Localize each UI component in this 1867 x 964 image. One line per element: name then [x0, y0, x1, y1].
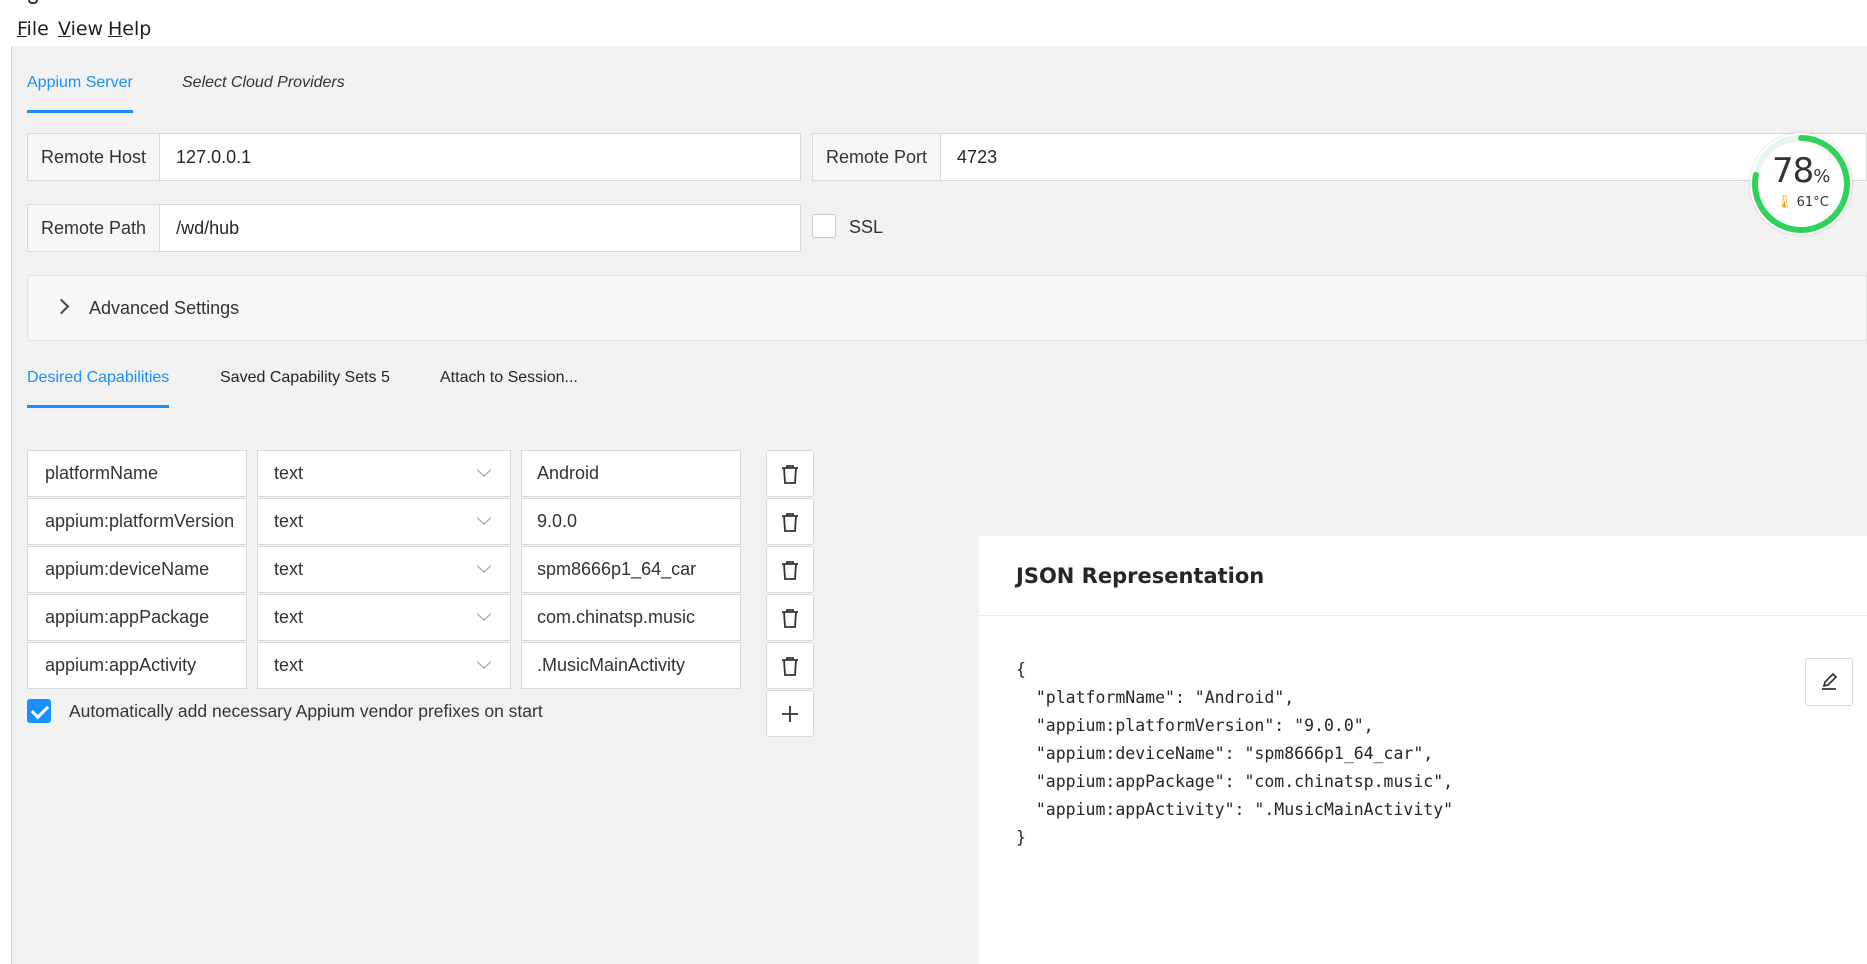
capability-type-value: text [274, 655, 304, 675]
trash-icon [782, 464, 798, 484]
add-capability-button[interactable] [766, 690, 814, 737]
gauge-temperature: 🌡 61°C [1776, 195, 1829, 210]
trash-icon [782, 656, 798, 676]
gauge-percent: 78% [1772, 151, 1830, 191]
thermometer-icon: 🌡 [1776, 195, 1793, 210]
capability-name-input[interactable]: platformName [27, 450, 247, 497]
delete-capability-button[interactable] [766, 594, 814, 641]
remote-host-label: Remote Host [28, 134, 161, 180]
gauge-percent-unit: % [1813, 166, 1830, 187]
advanced-settings-label: Advanced Settings [89, 298, 240, 318]
capability-name-input[interactable]: appium:appPackage [27, 594, 247, 641]
window-left-edge [0, 46, 12, 964]
pencil-icon [1822, 672, 1838, 690]
json-panel-title: JSON Representation [1016, 564, 1265, 588]
gauge-percent-value: 78 [1772, 151, 1814, 191]
delete-capability-button[interactable] [766, 546, 814, 593]
capability-type-value: text [274, 463, 304, 483]
remote-path-input[interactable] [160, 205, 800, 251]
chevron-down-icon [476, 654, 492, 670]
gauge-temperature-value: 61°C [1796, 195, 1829, 210]
auto-prefix-label: Automatically add necessary Appium vendo… [69, 701, 543, 721]
appium-session-app: Appium Server Select Cloud Providers Rem… [12, 46, 1867, 964]
capability-value-input[interactable]: com.chinatsp.music [521, 594, 741, 641]
chevron-right-icon [53, 298, 70, 315]
tab-desired-capabilities[interactable]: Desired Capabilities [27, 369, 170, 408]
json-panel-header: JSON Representation [979, 536, 1867, 616]
remote-port-input[interactable] [941, 134, 1866, 180]
capability-name-input[interactable]: appium:platformVersion [27, 498, 247, 545]
system-monitor-gauge: 78% 🌡 61°C [1750, 133, 1852, 235]
capability-type-select[interactable]: text [257, 594, 511, 641]
trash-icon [782, 560, 798, 580]
plus-icon [782, 705, 798, 722]
ssl-checkbox[interactable] [812, 214, 836, 238]
chevron-down-icon [476, 462, 492, 478]
capability-value-input[interactable]: spm8666p1_64_car [521, 546, 741, 593]
trash-icon [782, 512, 798, 532]
capability-value-input[interactable]: .MusicMainActivity [521, 642, 741, 689]
app-logo-icon [28, 0, 38, 4]
capability-type-select[interactable]: text [257, 546, 511, 593]
tab-appium-server[interactable]: Appium Server [27, 74, 133, 113]
capability-type-value: text [274, 559, 304, 579]
chevron-down-icon [476, 606, 492, 622]
menu-view[interactable]: View [58, 18, 103, 40]
trash-icon [782, 608, 798, 628]
tab-attach-to-session[interactable]: Attach to Session... [440, 369, 578, 411]
delete-capability-button[interactable] [766, 498, 814, 545]
remote-host-input[interactable] [160, 134, 800, 180]
json-representation-panel: JSON Representation { "platformName": "A… [979, 536, 1867, 964]
capability-value-input[interactable]: 9.0.0 [521, 498, 741, 545]
menu-help[interactable]: Help [108, 18, 151, 40]
remote-path-label: Remote Path [28, 205, 161, 251]
capability-type-select[interactable]: text [257, 498, 511, 545]
remote-host-group: Remote Host [27, 133, 801, 181]
chevron-down-icon [476, 558, 492, 574]
remote-port-label: Remote Port [813, 134, 942, 180]
delete-capability-button[interactable] [766, 642, 814, 689]
capability-type-select[interactable]: text [257, 642, 511, 689]
edit-json-button[interactable] [1805, 658, 1853, 706]
auto-prefix-checkbox[interactable] [27, 699, 51, 723]
capability-type-value: text [274, 511, 304, 531]
capability-type-select[interactable]: text [257, 450, 511, 497]
ssl-label: SSL [849, 217, 884, 237]
window-title-strip [0, 0, 1867, 8]
menu-file[interactable]: File [17, 18, 49, 40]
remote-port-group: Remote Port [812, 133, 1867, 181]
json-code: { "platformName": "Android", "appium:pla… [1016, 660, 1454, 847]
capability-value-input[interactable]: Android [521, 450, 741, 497]
tab-select-cloud-providers[interactable]: Select Cloud Providers [182, 74, 345, 116]
capability-type-value: text [274, 607, 304, 627]
delete-capability-button[interactable] [766, 450, 814, 497]
chevron-down-icon [476, 510, 492, 526]
tab-saved-capability-sets[interactable]: Saved Capability Sets 5 [220, 369, 390, 411]
capability-name-input[interactable]: appium:appActivity [27, 642, 247, 689]
advanced-settings-panel[interactable]: Advanced Settings [27, 275, 1867, 341]
capability-name-input[interactable]: appium:deviceName [27, 546, 247, 593]
remote-path-group: Remote Path [27, 204, 801, 252]
menu-bar: File View Help [0, 12, 1867, 46]
